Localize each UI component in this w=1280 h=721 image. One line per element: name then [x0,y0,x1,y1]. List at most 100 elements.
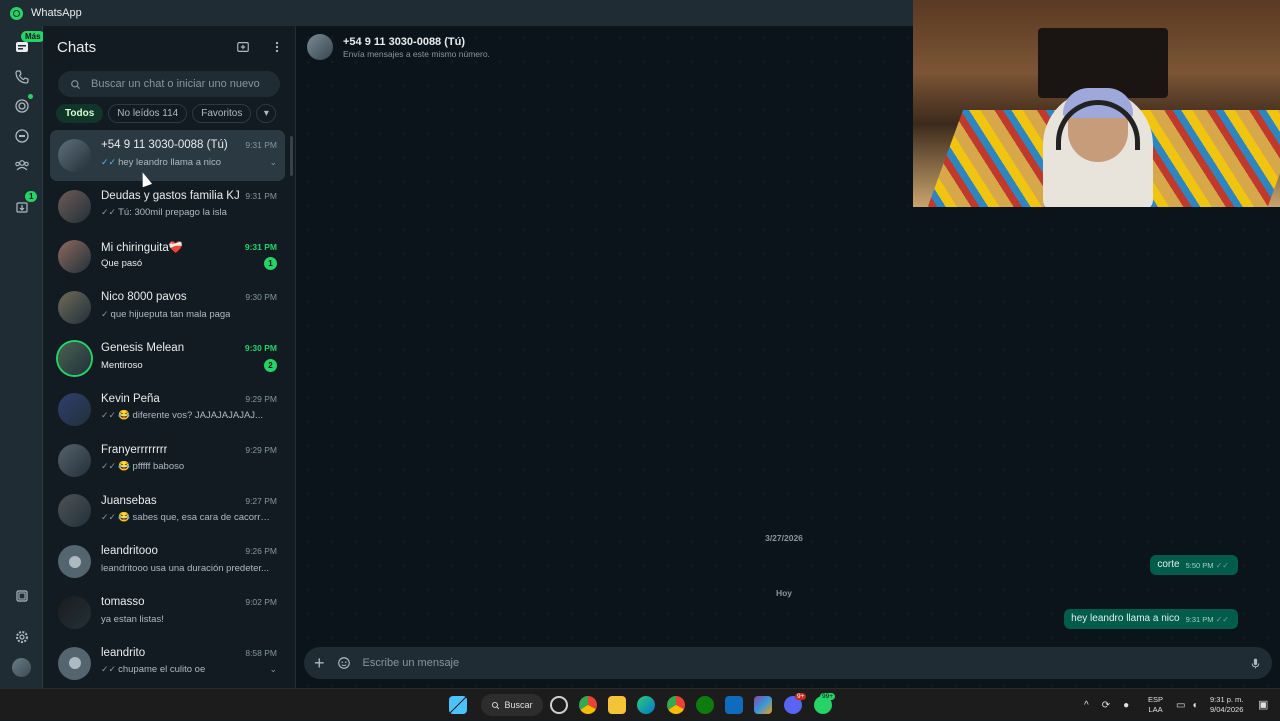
chat-name: +54 9 11 3030-0088 (Tú) [101,139,228,151]
chat-list-scrollbar[interactable] [290,136,293,176]
chat-list-item[interactable]: Mi chiringuita❤️‍🩹 9:31 PM Que pasó 1 [50,232,285,283]
taskbar-search[interactable]: Buscar [481,694,543,716]
photos-icon[interactable] [725,696,743,714]
message-input[interactable]: Escribe un mensaje [363,657,1237,669]
channels-nav-icon[interactable] [11,125,33,147]
chat-last-message: leandritooo usa una duración predeter... [101,562,269,574]
chat-list-header: Chats [43,26,295,68]
chat-time: 9:27 PM [245,495,277,506]
network-icon[interactable]: ▭ [1176,700,1185,711]
chat-list-item[interactable]: Deudas y gastos familia KJ 9:31 PM ✓✓ Tú: 3… [50,181,285,232]
date-separator-today: Hoy [775,588,793,598]
chrome-icon[interactable] [579,696,597,714]
chat-list-item[interactable]: Juansebas 9:27 PM ✓✓ 😂 sabes que, esa cara … [50,486,285,537]
calls-nav-icon[interactable] [11,66,33,88]
volume-icon[interactable]: ◖ [1191,700,1197,711]
chat-options-chevron-icon[interactable]: ⌄ [269,157,277,168]
chat-list-item[interactable]: leandrito 8:58 PM ✓✓ chupame el culito oe ⌄ [50,638,285,688]
notifications-icon[interactable]: ▣ [1258,698,1268,711]
search-icon [71,79,81,89]
taskbar-app-icon[interactable] [550,696,568,714]
chat-last-message: Que pasó [101,258,143,270]
taskbar-clock[interactable]: 9:31 p. m. 9/04/2026 [1210,695,1243,715]
filter-all-chip[interactable]: Todos [56,104,104,123]
media-nav-icon[interactable] [11,585,33,607]
chat-list-item[interactable]: Franyerrrrrrrr 9:29 PM ✓✓ 😂 pfffff baboso [50,435,285,486]
filter-chips: Todos No leídos 114 Favoritos ▾ [43,97,295,130]
xbox-icon[interactable] [696,696,714,714]
microphone-tray-icon[interactable]: ● [1123,700,1129,711]
copilot-icon[interactable] [754,696,772,714]
chat-avatar[interactable] [58,189,91,223]
filter-unread-chip[interactable]: No leídos 114 [108,104,188,123]
chat-name: tomasso [101,596,145,609]
read-ticks-icon: ✓✓ [101,207,117,218]
chat-avatar[interactable] [58,596,91,630]
chrome-profile-icon[interactable] [667,696,685,714]
filter-more-chevron-icon[interactable]: ▾ [256,104,277,123]
menu-kebab-icon[interactable] [269,39,285,55]
read-ticks-icon: ✓✓ [101,512,117,523]
chat-name: Franyerrrrrrrr [101,443,168,456]
message-bubble[interactable]: corte 5:50 PM ✓✓ [1150,555,1238,575]
file-explorer-icon[interactable] [608,696,626,714]
chat-list-panel: Chats Buscar un chat o iniciar uno nuevo… [43,26,296,688]
chat-avatar[interactable] [58,443,91,477]
message-bubble[interactable]: hey leandro llama a nico 9:31 PM ✓✓ [1064,609,1238,629]
chat-last-message: Tú: 300mil prepago la isla [118,207,227,219]
start-windows-icon[interactable] [449,696,467,714]
chat-name: Genesis Melean [101,342,185,355]
chat-avatar[interactable] [58,392,91,426]
read-ticks-icon: ✓✓ [1215,561,1229,570]
chat-time: 9:29 PM [245,444,277,455]
chat-avatar[interactable] [58,342,91,376]
search-placeholder: Buscar un chat o iniciar uno nuevo [91,78,260,90]
chat-avatar[interactable] [58,291,91,325]
filter-favorites-chip[interactable]: Favoritos [192,104,252,123]
message-text: hey leandro llama a nico [1071,613,1180,624]
language-code: ESP [1148,695,1164,704]
sync-icon[interactable]: ⟳ [1102,700,1110,711]
read-ticks-icon: ✓✓ [1215,615,1229,624]
chat-list: +54 9 11 3030-0088 (Tú) 9:31 PM ✓✓ hey lean… [50,130,285,688]
profile-avatar[interactable] [12,658,31,677]
chat-avatar[interactable] [58,646,91,680]
message-text: corte [1157,559,1180,570]
chat-list-item[interactable]: tomasso 9:02 PM ya estan listas! [50,587,285,638]
chat-avatar[interactable] [58,494,91,528]
microphone-icon[interactable] [1249,657,1262,670]
new-chat-icon[interactable] [235,39,251,55]
chat-time: 9:31 PM [245,190,277,201]
communities-nav-icon[interactable] [11,154,33,176]
chat-list-item[interactable]: Kevin Peña 9:29 PM ✓✓ 😂 diferente vos? JAJA… [50,384,285,435]
attach-plus-icon[interactable]: + [314,654,325,672]
chat-avatar[interactable] [58,240,91,274]
clock-time: 9:31 p. m. [1210,695,1244,704]
edge-icon[interactable] [637,696,655,714]
chat-last-message: hey leandro llama a nico [118,156,222,168]
language-indicator[interactable]: ESP LAA [1148,695,1163,715]
window-title: WhatsApp [31,7,82,19]
read-ticks-icon: ✓✓ [101,156,117,167]
chat-avatar[interactable] [58,545,91,579]
chat-name: Juansebas [101,494,157,507]
chat-time: 9:31 PM [245,140,277,150]
chat-list-item[interactable]: +54 9 11 3030-0088 (Tú) 9:31 PM ✓✓ hey lean… [50,130,285,181]
conversation-avatar[interactable] [307,34,333,60]
message-time: 5:50 PM [1185,561,1214,570]
read-ticks-icon: ✓✓ [101,664,117,675]
chat-list-item[interactable]: Nico 8000 pavos 9:30 PM ✓ que hijueputa tan… [50,282,285,333]
chat-list-item[interactable]: Genesis Melean 9:30 PM Mentiroso 2 [50,333,285,384]
chat-last-message: 😂 sabes que, esa cara de cacorro ... [118,512,271,524]
chat-search-input[interactable]: Buscar un chat o iniciar uno nuevo [58,71,280,97]
chat-options-chevron-icon[interactable]: ⌄ [269,664,277,675]
emoji-sticker-icon[interactable] [337,656,351,670]
settings-gear-icon[interactable] [11,626,33,648]
archived-badge: 1 [25,191,38,202]
show-hidden-icons-chevron-icon[interactable]: ^ [1084,700,1089,711]
chat-last-message: ya estan listas! [101,613,164,625]
whatsapp-logo-icon [10,6,23,20]
chat-list-item[interactable]: leandritooo 9:26 PM leandritooo usa una du… [50,536,285,587]
chat-name: Kevin Peña [101,392,160,405]
chat-avatar[interactable] [58,138,91,172]
